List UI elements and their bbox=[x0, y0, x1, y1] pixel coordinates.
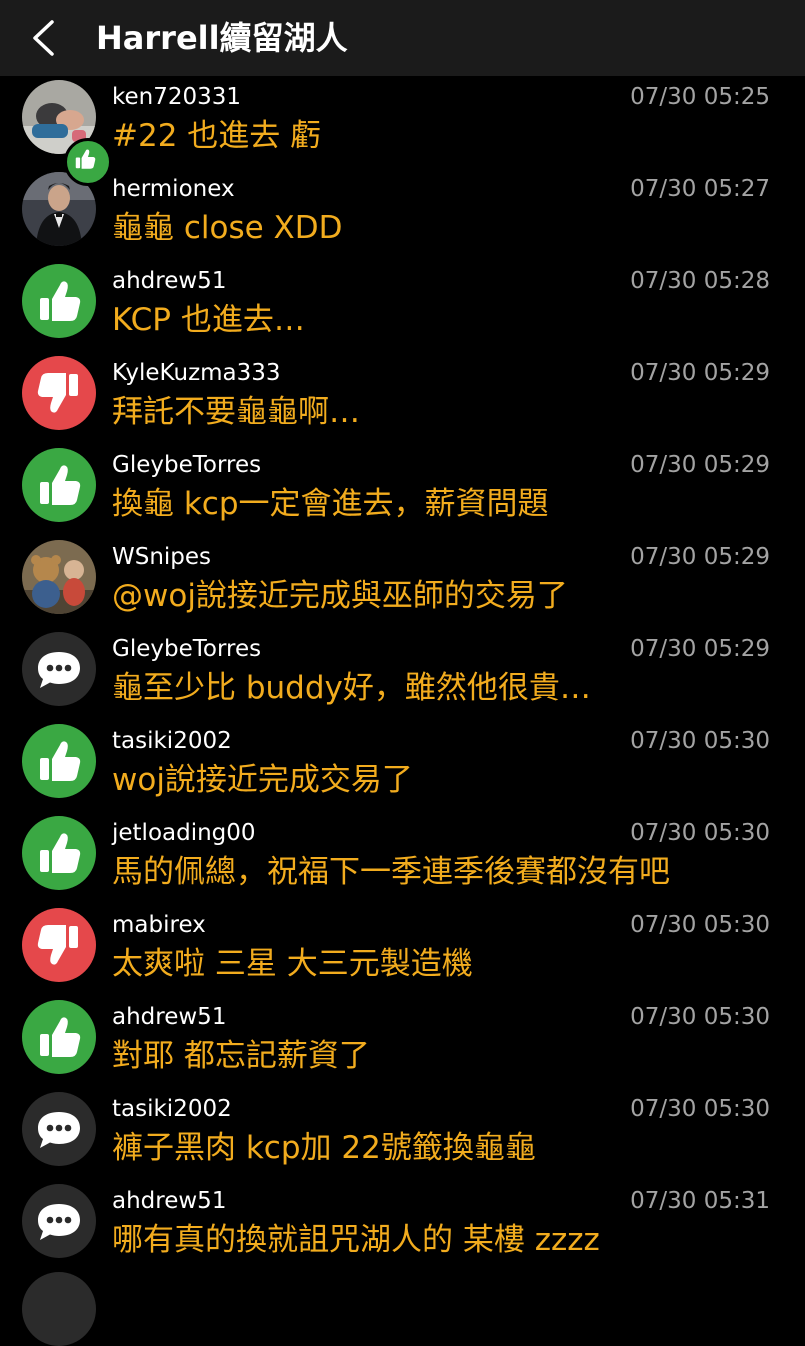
comment-text: 對耶 都忘記薪資了 bbox=[112, 1038, 370, 1074]
username[interactable]: ahdrew51 bbox=[112, 1186, 226, 1216]
comment-icon bbox=[38, 1204, 80, 1240]
comment-row[interactable]: hermionex 07/30 05:27 龜龜 close XDD bbox=[0, 168, 805, 260]
username[interactable]: ahdrew51 bbox=[112, 1002, 226, 1032]
comment-text: 馬的佩總，祝福下一季連季後賽都沒有吧 bbox=[112, 854, 670, 890]
username[interactable]: ahdrew51 bbox=[112, 266, 226, 296]
thumbs-up-icon bbox=[40, 741, 81, 781]
timestamp: 07/30 05:30 bbox=[630, 1004, 770, 1030]
comment-icon bbox=[38, 1112, 80, 1148]
username[interactable]: mabirex bbox=[112, 910, 206, 940]
comment-text: 太爽啦 三星 大三元製造機 bbox=[112, 946, 473, 982]
timestamp: 07/30 05:29 bbox=[630, 544, 770, 570]
thumbs-up-icon bbox=[40, 465, 81, 505]
comment-text: 換龜 kcp一定會進去，薪資問題 bbox=[112, 486, 549, 522]
reaction-like[interactable] bbox=[22, 264, 96, 338]
timestamp: 07/30 05:30 bbox=[630, 728, 770, 754]
chevron-left-icon bbox=[33, 20, 54, 56]
username[interactable]: GleybeTorres bbox=[112, 634, 261, 664]
thumbs-up-icon bbox=[40, 1017, 81, 1057]
timestamp: 07/30 05:28 bbox=[630, 268, 770, 294]
comment-row[interactable]: KyleKuzma333 07/30 05:29 拜託不要龜龜啊… bbox=[0, 352, 805, 444]
reaction-neutral[interactable] bbox=[22, 632, 96, 706]
comment-row[interactable]: jetloading00 07/30 05:30 馬的佩總，祝福下一季連季後賽都… bbox=[0, 812, 805, 904]
username[interactable]: tasiki2002 bbox=[112, 1094, 232, 1124]
comment-row[interactable]: GleybeTorres 07/30 05:29 換龜 kcp一定會進去，薪資問… bbox=[0, 444, 805, 536]
thumbs-down-icon bbox=[37, 373, 78, 413]
comment-row[interactable]: ahdrew51 07/30 05:31 哪有真的換就詛咒湖人的 某樓 zzzz bbox=[0, 1180, 805, 1272]
comment-row[interactable]: tasiki2002 07/30 05:30 woj說接近完成交易了 bbox=[0, 720, 805, 812]
reaction-dislike[interactable] bbox=[22, 356, 96, 430]
timestamp: 07/30 05:29 bbox=[630, 360, 770, 386]
user-avatar[interactable] bbox=[22, 540, 96, 614]
comment-row[interactable]: WSnipes 07/30 05:29 @woj說接近完成與巫師的交易了 bbox=[0, 536, 805, 628]
timestamp: 07/30 05:25 bbox=[630, 84, 770, 110]
comment-text: 龜龜 close XDD bbox=[112, 210, 343, 246]
username[interactable]: jetloading00 bbox=[112, 818, 256, 848]
timestamp: 07/30 05:27 bbox=[630, 176, 770, 202]
comment-text: @woj說接近完成與巫師的交易了 bbox=[112, 578, 568, 614]
username[interactable]: WSnipes bbox=[112, 542, 211, 572]
back-button[interactable] bbox=[22, 14, 66, 62]
comment-text: #22 也進去 虧 bbox=[112, 118, 322, 154]
comment-text: 褲子黑肉 kcp加 22號籤換龜龜 bbox=[112, 1130, 536, 1166]
timestamp: 07/30 05:30 bbox=[630, 912, 770, 938]
like-badge bbox=[64, 138, 112, 186]
comment-icon bbox=[38, 652, 80, 688]
comment-text: 拜託不要龜龜啊… bbox=[112, 394, 360, 430]
username[interactable]: KyleKuzma333 bbox=[112, 358, 281, 388]
reaction-like[interactable] bbox=[22, 1000, 96, 1074]
comment-row[interactable]: ken720331 07/30 05:25 #22 也進去 虧 bbox=[0, 76, 805, 168]
reaction-dislike[interactable] bbox=[22, 908, 96, 982]
photo-avatar-toys bbox=[22, 540, 96, 614]
timestamp: 07/30 05:30 bbox=[630, 1096, 770, 1122]
comment-text: 哪有真的換就詛咒湖人的 某樓 zzzz bbox=[112, 1222, 600, 1258]
username[interactable]: GleybeTorres bbox=[112, 450, 261, 480]
comment-row[interactable]: GleybeTorres 07/30 05:29 龜至少比 buddy好，雖然他… bbox=[0, 628, 805, 720]
timestamp: 07/30 05:29 bbox=[630, 636, 770, 662]
comment-row[interactable]: tasiki2002 07/30 05:30 褲子黑肉 kcp加 22號籤換龜龜 bbox=[0, 1088, 805, 1180]
next-avatar-partial bbox=[22, 1272, 96, 1346]
thumbs-up-icon bbox=[75, 149, 96, 169]
username[interactable]: hermionex bbox=[112, 174, 235, 204]
page-title: Harrell續留湖人 bbox=[96, 19, 348, 57]
comment-list: ken720331 07/30 05:25 #22 也進去 虧 hermione… bbox=[0, 76, 805, 1272]
comment-text: woj說接近完成交易了 bbox=[112, 762, 413, 798]
thumbs-up-icon bbox=[40, 833, 81, 873]
reaction-neutral[interactable] bbox=[22, 1184, 96, 1258]
reaction-like[interactable] bbox=[22, 724, 96, 798]
comment-row[interactable]: ahdrew51 07/30 05:28 KCP 也進去… bbox=[0, 260, 805, 352]
timestamp: 07/30 05:30 bbox=[630, 820, 770, 846]
reaction-neutral[interactable] bbox=[22, 1092, 96, 1166]
comment-text: 龜至少比 buddy好，雖然他很貴… bbox=[112, 670, 591, 706]
reaction-like[interactable] bbox=[22, 448, 96, 522]
reaction-like[interactable] bbox=[22, 816, 96, 890]
comment-row[interactable]: ahdrew51 07/30 05:30 對耶 都忘記薪資了 bbox=[0, 996, 805, 1088]
comment-text: KCP 也進去… bbox=[112, 302, 305, 338]
comment-row[interactable]: mabirex 07/30 05:30 太爽啦 三星 大三元製造機 bbox=[0, 904, 805, 996]
username[interactable]: tasiki2002 bbox=[112, 726, 232, 756]
top-bar: Harrell續留湖人 bbox=[0, 0, 805, 76]
thumbs-up-icon bbox=[40, 281, 81, 321]
timestamp: 07/30 05:31 bbox=[630, 1188, 770, 1214]
thumbs-down-icon bbox=[37, 925, 78, 965]
username[interactable]: ken720331 bbox=[112, 82, 241, 112]
timestamp: 07/30 05:29 bbox=[630, 452, 770, 478]
